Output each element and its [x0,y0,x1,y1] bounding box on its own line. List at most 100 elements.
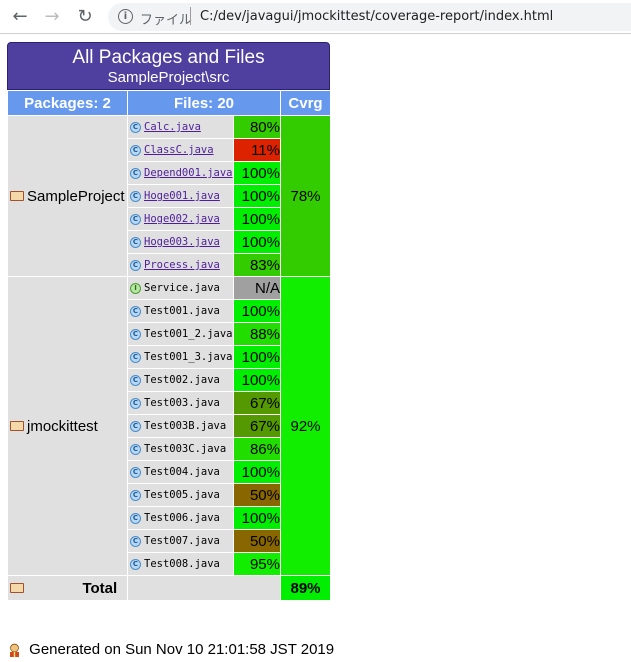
class-icon: C [130,305,141,317]
file-cell: C ClassC.java [127,138,234,162]
folder-icon [10,582,24,593]
file-row: jmockittest I Service.java N/A 92% [7,276,331,576]
coverage-report: All Packages and Files SampleProject\src… [7,42,331,601]
file-coverage: 100% [233,299,281,323]
file-coverage: 83% [233,253,281,277]
file-cell: C Hoge003.java [127,230,234,254]
info-icon[interactable]: i [118,9,133,24]
interface-icon: I [130,282,141,294]
file-cell: C Test001_2.java [127,322,234,346]
file-link[interactable]: Depend001.java [144,167,233,179]
coverage-body: SampleProject C Calc.java 80% 78% C ClassC.jav… [7,115,331,576]
packages-header: Packages: 2 [7,90,128,116]
report-header: All Packages and Files SampleProject\src [7,42,330,90]
class-icon: C [130,558,141,570]
file-cell: C Test004.java [127,460,234,484]
file-link[interactable]: Calc.java [144,121,201,133]
package-name: jmockittest [27,417,98,435]
file-cell: C Test003B.java [127,414,234,438]
class-icon: C [130,397,141,409]
file-name: Test007.java [144,535,220,547]
file-coverage: 95% [233,552,281,576]
address-divider [190,7,191,25]
class-icon: C [130,328,141,340]
package-coverage: 78% [280,115,331,277]
reload-icon[interactable]: ↻ [73,5,97,29]
file-name: Test003B.java [144,420,227,432]
total-label: Total [82,579,118,597]
file-cell: I Service.java [127,276,234,300]
forward-arrow-icon[interactable]: → [40,5,64,29]
file-coverage: 100% [233,345,281,369]
file-coverage: 100% [233,230,281,254]
files-header: Files: 20 [127,90,281,116]
file-link[interactable]: ClassC.java [144,144,214,156]
file-cell: C Test005.java [127,483,234,507]
url-text[interactable]: C:/dev/javagui/jmockittest/coverage-repo… [200,9,553,24]
file-name: Test006.java [144,512,220,524]
total-spacer [127,575,281,601]
address-bar[interactable]: i ファイル C:/dev/javagui/jmockittest/covera… [108,3,631,31]
file-name: Test004.java [144,466,220,478]
class-icon: C [130,374,141,386]
package-cell: SampleProject [7,115,128,277]
file-cell: C Test003.java [127,391,234,415]
file-name: Test001_2.java [144,328,233,340]
total-row: Total 89% [7,575,331,601]
folder-icon [10,420,24,431]
class-icon: C [130,144,141,156]
class-icon: C [130,213,141,225]
file-cell: C Test001.java [127,299,234,323]
class-icon: C [130,167,141,179]
file-cell: C Test008.java [127,552,234,576]
class-icon: C [130,489,141,501]
file-coverage: 100% [233,368,281,392]
class-icon: C [130,512,141,524]
class-icon: C [130,466,141,478]
report-title: All Packages and Files [72,47,265,68]
report-subtitle: SampleProject\src [107,69,230,86]
file-cell: C Test003C.java [127,437,234,461]
generated-footer: Generated on Sun Nov 10 21:01:58 JST 201… [7,641,334,658]
folder-icon [10,190,24,201]
file-coverage: 86% [233,437,281,461]
total-coverage: 89% [280,575,331,601]
coverage-header: Cvrg [280,90,331,116]
file-coverage: 100% [233,506,281,530]
file-cell: C Calc.java [127,115,234,139]
file-coverage: 50% [233,483,281,507]
file-link[interactable]: Process.java [144,259,220,271]
coverage-table: Packages: 2 Files: 20 Cvrg SampleProject… [7,90,331,601]
back-arrow-icon[interactable]: ← [8,5,32,29]
file-coverage: 100% [233,460,281,484]
browser-toolbar: ← → ↻ i ファイル C:/dev/javagui/jmockittest/… [0,0,631,34]
file-name: Test003C.java [144,443,227,455]
file-cell: C Depend001.java [127,161,234,185]
package-name: SampleProject [27,187,125,205]
class-icon: C [130,443,141,455]
file-cell: C Test002.java [127,368,234,392]
file-coverage: 67% [233,391,281,415]
file-cell: C Test007.java [127,529,234,553]
file-cell: C Hoge001.java [127,184,234,208]
class-icon: C [130,121,141,133]
file-name: Test003.java [144,397,220,409]
total-cell: Total [7,575,128,601]
file-coverage: 100% [233,161,281,185]
package-cell: jmockittest [7,276,128,576]
file-coverage: 50% [233,529,281,553]
file-coverage: 100% [233,184,281,208]
class-icon: C [130,535,141,547]
file-name: Test001.java [144,305,220,317]
file-link[interactable]: Hoge002.java [144,213,220,225]
class-icon: C [130,420,141,432]
file-coverage: 67% [233,414,281,438]
file-name: Test008.java [144,558,220,570]
file-cell: C Process.java [127,253,234,277]
class-icon: C [130,190,141,202]
file-link[interactable]: Hoge003.java [144,236,220,248]
file-name: Test002.java [144,374,220,386]
file-link[interactable]: Hoge001.java [144,190,220,202]
file-coverage: 100% [233,207,281,231]
file-coverage: 88% [233,322,281,346]
